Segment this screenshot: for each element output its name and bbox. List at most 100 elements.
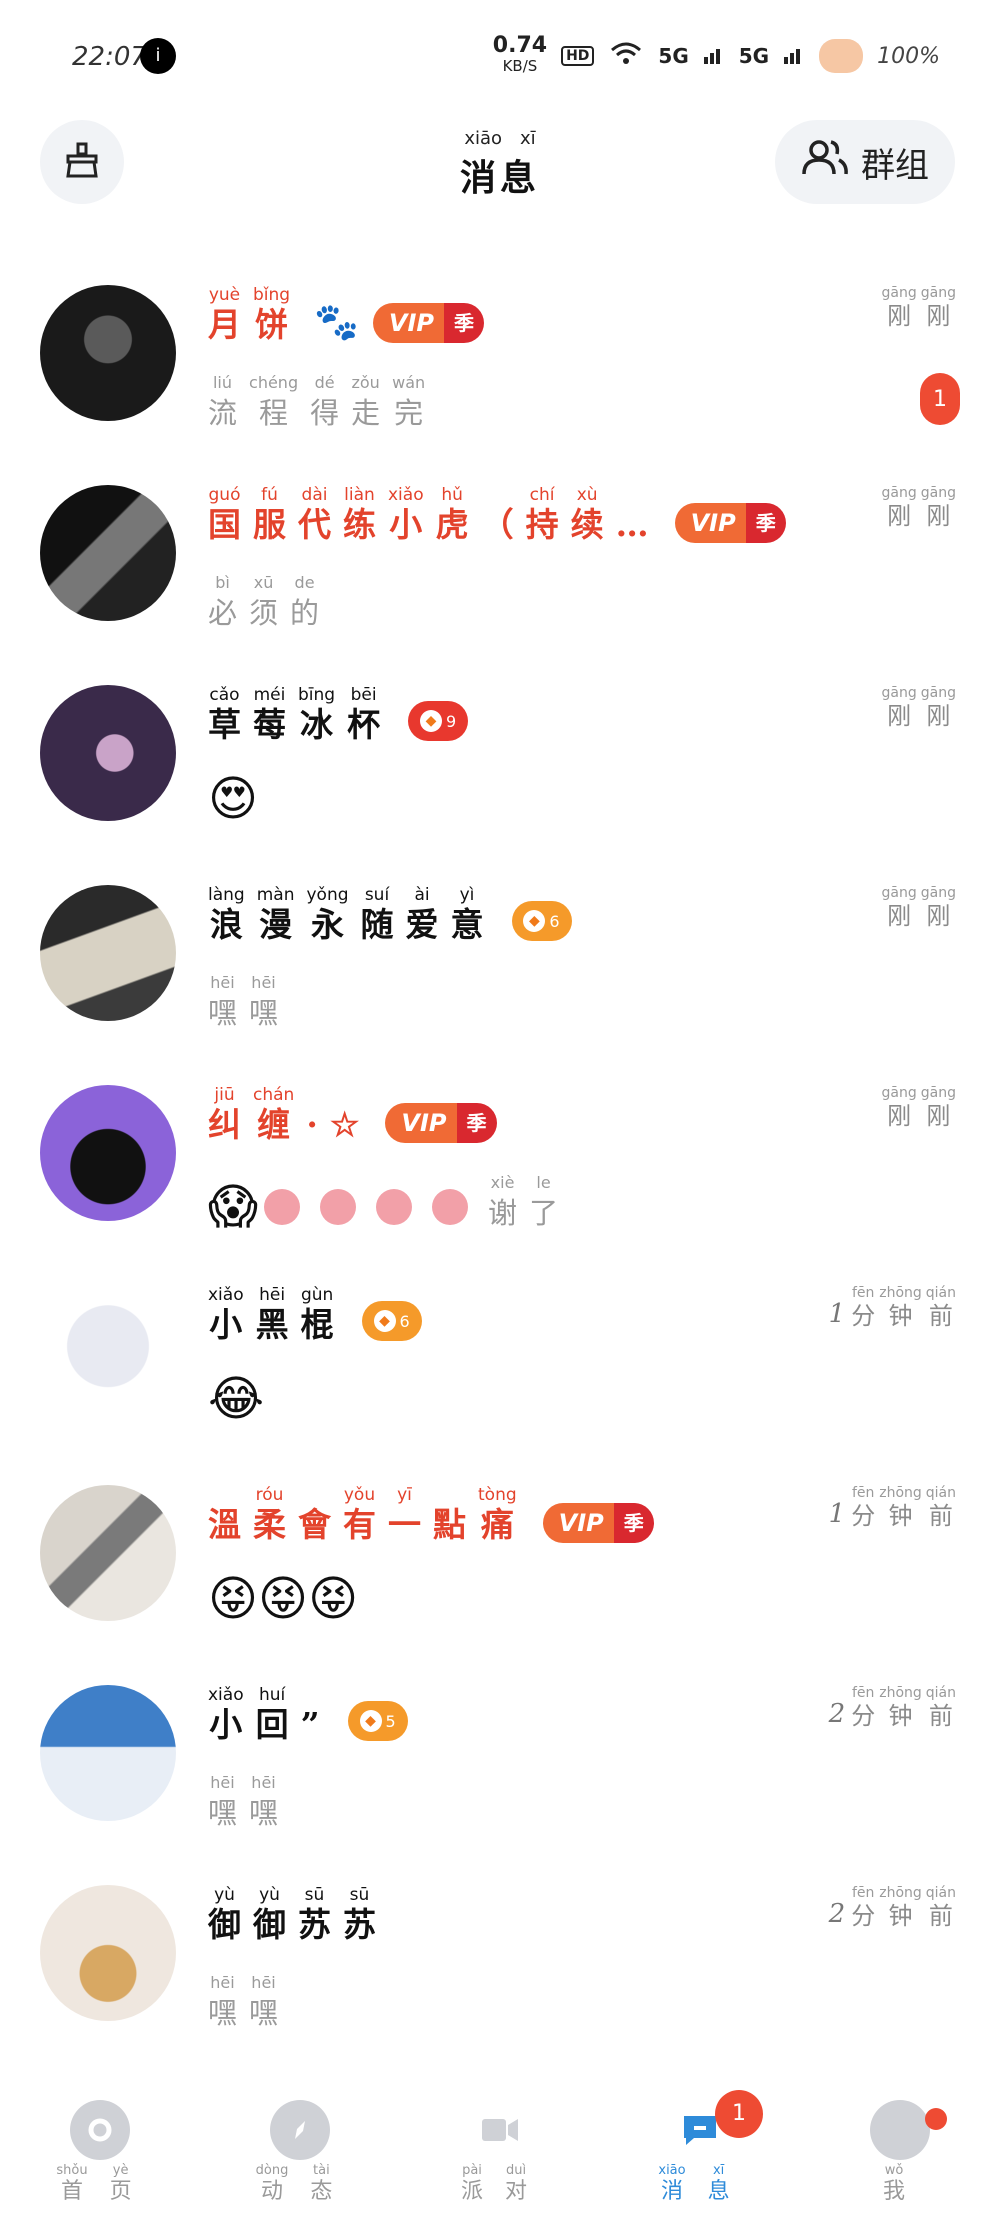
title-pinyin: xiāo [464,128,503,149]
tab-label: wǒ 我 [883,2164,917,2206]
tab-char: tài 态 [310,2164,332,2206]
time-pinyin: gāng [881,285,917,301]
name-pinyin: tòng [478,1485,517,1505]
tab-label: pài 派 duì 对 [461,2164,539,2206]
time-hanzi: 前 [928,1302,953,1330]
message-hanzi: 程 [259,396,289,430]
tab-dng-ti[interactable]: dòng 动 tài 态 [200,2080,400,2233]
conversation-row[interactable]: jiū 纠 chán 缠 · ☆ VIP 季 😱 xiè 谢 le 了 gāng 刚 gāng 刚 [0,1055,1000,1255]
name-hanzi: 爱 [405,905,439,944]
name-hanzi: 纠 [208,1105,241,1144]
message-hanzi: 必 [208,596,238,630]
name-pinyin: bǐng [253,285,291,305]
name-pinyin: méi [253,685,286,705]
speed-unit: KB/S [502,57,538,75]
tab-hanzi: 页 [109,2179,132,2204]
time-number: 2 [828,1699,846,1729]
avatar[interactable] [40,1485,176,1621]
tab-pinyin: yè [112,2163,129,2178]
message-time: gāng 刚 gāng 刚 [882,285,960,331]
name-hanzi: 漫 [259,905,293,944]
message-emoji: 😍 [208,771,259,827]
conversation-row[interactable]: cǎo 草 méi 莓 bīng 冰 bēi 杯 ◆ 9 😍 gāng 刚 gāng 刚 [0,655,1000,855]
avatar[interactable] [40,1685,176,1821]
name-pinyin: sū [349,1885,370,1905]
name-char: yǒng 永 [306,885,348,945]
contact-name: cǎo 草 méi 莓 bīng 冰 bēi 杯 ◆ 9 [208,685,469,745]
time-pinyin: gāng [881,485,917,501]
avatar[interactable] [40,1885,176,2021]
tab-w-[interactable]: wǒ 我 [800,2080,1000,2233]
level-number: 6 [399,1311,410,1331]
time-pinyin: zhōng [879,1485,922,1501]
message-hanzi: 须 [249,596,279,630]
message-pinyin: dé [314,373,335,392]
time-char: gāng 刚 [921,885,956,931]
tab-shu-y[interactable]: shǒu 首 yè 页 [0,2080,200,2233]
time-hanzi: 刚 [926,902,951,930]
conversation-row[interactable]: làng 浪 màn 漫 yǒng 永 suí 随 ài 爱 yì 意 ◆ 6 hēi 嘿 hēi 嘿 gāng 刚 g… [0,855,1000,1055]
group-button[interactable]: 群组 [775,120,955,204]
conversation-row[interactable]: xiǎo 小 huí 回” ◆ 5 hēi 嘿 hēi 嘿 2 fēn 分 zhōng 钟 qián 前 [0,1655,1000,1855]
level-number: 5 [385,1711,396,1731]
tab-pi-du[interactable]: pài 派 duì 对 [400,2080,600,2233]
conversation-row[interactable]: guó 国 fú 服 dài 代 liàn 练 xiǎo 小 hǔ 虎（chí 持 xù 续… VIP 季 bì 必… [0,455,1000,655]
message-char: hēi 嘿 [208,1973,237,2033]
vip-text: VIP [372,303,445,343]
name-pinyin: yì [459,885,475,905]
time-hanzi: 前 [928,1902,953,1930]
tab-xio-x[interactable]: xiāo 消 xī 息 1 [600,2080,800,2233]
name-pinyin: ài [414,885,430,905]
avatar[interactable] [40,285,176,421]
name-char: huí 回 [256,1685,289,1745]
name-hanzi: 杯 [347,705,381,744]
name-pinyin: dài [301,485,328,505]
avatar[interactable] [40,1285,176,1421]
clear-unread-button[interactable] [40,120,124,204]
conversation-list[interactable]: yuè 月 bǐng 饼 🐾 VIP 季 liú 流 chéng 程 dé 得 zǒu 走 wán 完 gāng 刚… [0,255,1000,2055]
conversation-row[interactable]: yù 御 yù 御 sū 苏 sū 苏 hēi 嘿 hēi 嘿 2 fēn 分 zhōng 钟 qián 前 [0,1855,1000,2055]
avatar[interactable] [40,485,176,621]
name-hanzi: · [306,1105,318,1144]
name-char: sū 苏 [343,1885,376,1945]
message-hanzi: 了 [529,1196,559,1230]
name-pinyin: cǎo [209,685,240,705]
name-hanzi: 冰 [300,705,334,744]
message-char: le 了 [529,1173,558,1233]
contact-name: làng 浪 màn 漫 yǒng 永 suí 随 ài 爱 yì 意 ◆ 6 [208,885,572,945]
time-char: qián 前 [926,1485,956,1531]
name-hanzi: ☆ [329,1105,360,1144]
avatar[interactable] [40,885,176,1021]
message-pinyin: wán [392,373,426,392]
name-pinyin: yuè [208,285,241,305]
message-char: hēi 嘿 [249,1973,278,2033]
message-hanzi: 嘿 [208,996,238,1030]
name-char: méi 莓 [253,685,286,745]
avatar[interactable] [40,685,176,821]
time-hanzi: 钟 [888,1702,913,1730]
message-hanzi: 谢 [488,1196,518,1230]
conversation-row[interactable]: 溫 róu 柔會 yǒu 有 yī 一點 tòng 痛 VIP 季 😝😝😝 1 fēn 分 zhōng 钟 qiá… [0,1455,1000,1655]
message-preview: hēi 嘿 hēi 嘿 [208,1773,290,1833]
level-number: 9 [446,711,457,731]
name-char: yì 意 [451,885,484,945]
name-pinyin: jiū [214,1085,235,1105]
name-pinyin: guó [208,485,241,505]
conversation-row[interactable]: xiǎo 小 hēi 黑 gùn 棍 ◆ 6 😂 1 fēn 分 zhōng 钟 qián 前 [0,1255,1000,1455]
name-char: · [306,1085,318,1145]
tab-char: yè 页 [110,2164,132,2206]
vip-text: VIP [542,1503,614,1543]
time-hanzi: 前 [928,1502,953,1530]
tab-char: pài 派 [461,2164,483,2206]
conversation-row[interactable]: yuè 月 bǐng 饼 🐾 VIP 季 liú 流 chéng 程 dé 得 zǒu 走 wán 完 gāng 刚… [0,255,1000,455]
time-char: fēn 分 [851,1685,875,1731]
message-pinyin: liú [212,373,233,392]
message-time: 1 fēn 分 zhōng 钟 qián 前 [829,1285,960,1331]
avatar[interactable] [40,1085,176,1221]
name-pinyin: chán [253,1085,295,1105]
vip-badge: VIP 季 [674,503,786,543]
name-pinyin: huí [258,1685,286,1705]
name-pinyin: yù [259,1885,280,1905]
name-hanzi: 棍 [300,1305,334,1344]
name-pinyin: bēi [350,685,377,705]
